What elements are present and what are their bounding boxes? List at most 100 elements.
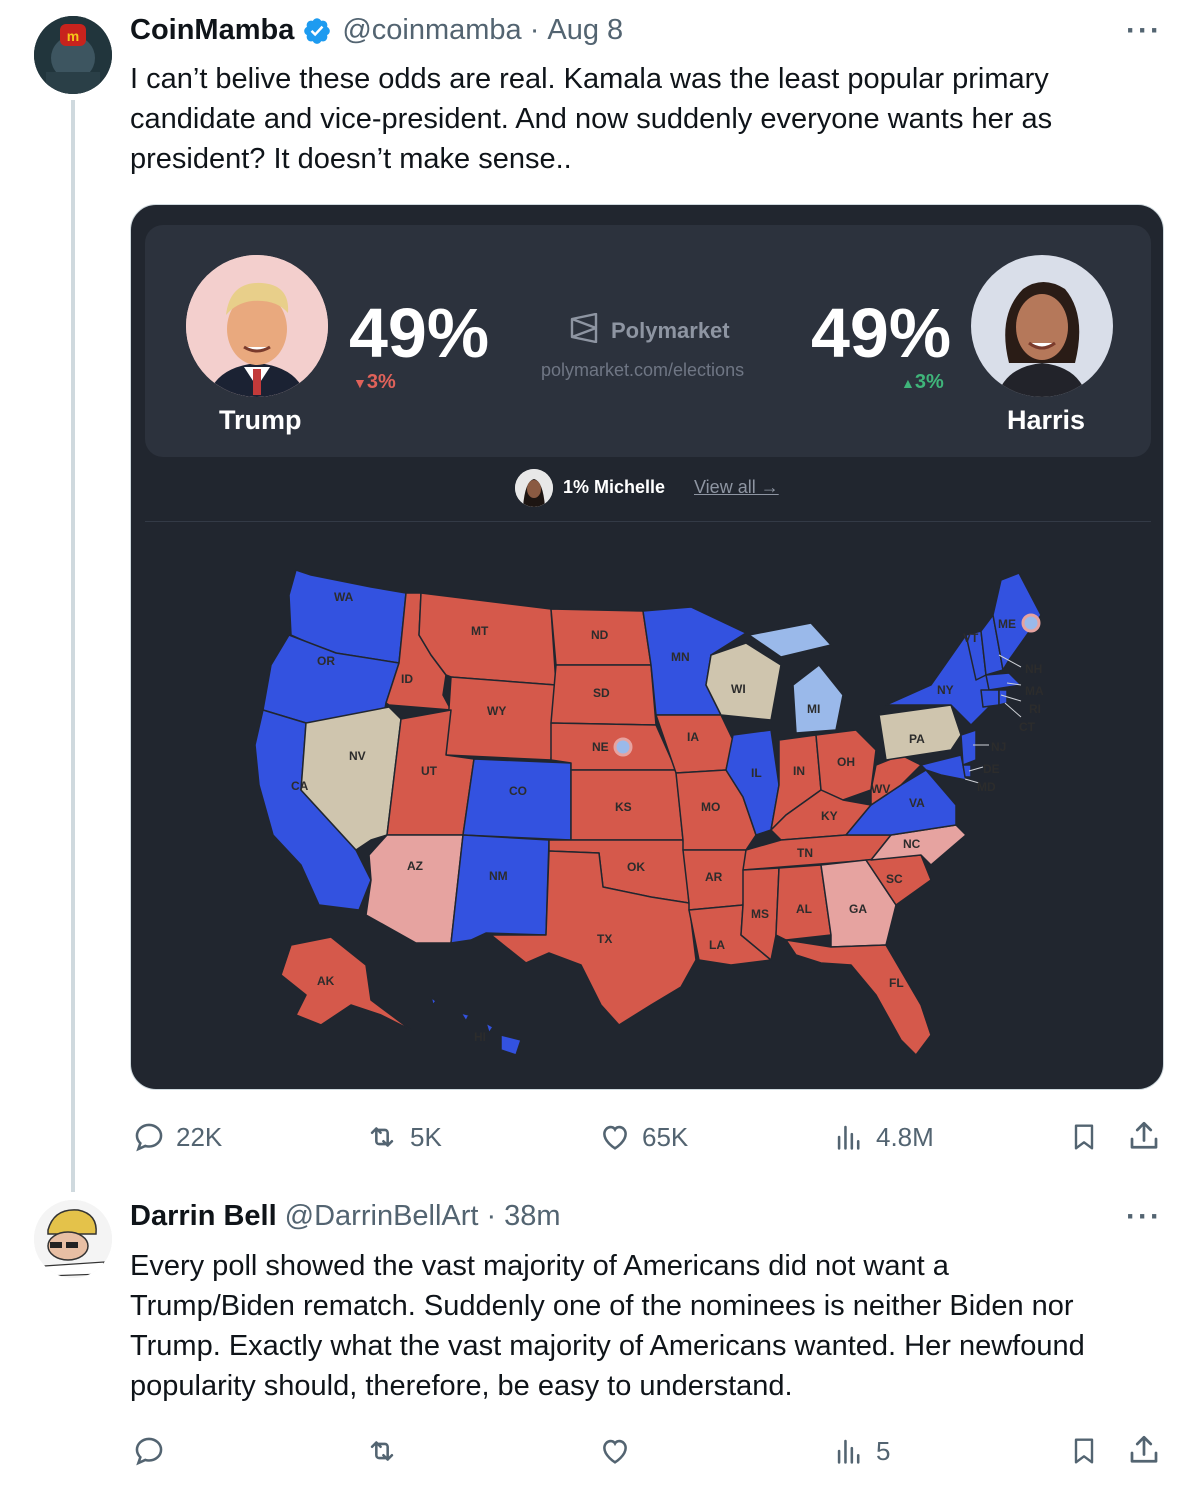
trump-portrait (186, 255, 328, 397)
like-button[interactable]: 65K (598, 1120, 688, 1154)
label-ky: KY (821, 809, 838, 823)
thread-connector-line (71, 100, 75, 1192)
trump-percent: 49% (349, 294, 490, 372)
ne-split-marker (613, 737, 633, 757)
label-nc: NC (903, 837, 921, 851)
trump-delta: ▼3% (353, 371, 396, 394)
up-arrow-icon: ▲ (901, 375, 915, 391)
author-handle[interactable]: @DarrinBellArt (285, 1200, 479, 1233)
label-ri: RI (1029, 702, 1041, 716)
bookmark-button[interactable] (1068, 1434, 1100, 1468)
label-wa: WA (334, 590, 354, 604)
trump-name: Trump (219, 405, 302, 435)
author-name[interactable]: CoinMamba (130, 14, 294, 47)
label-de: DE (983, 762, 1000, 776)
reply-button[interactable]: 22K (132, 1120, 222, 1154)
polymarket-name: Polymarket (611, 317, 730, 343)
separator-dot: · (529, 14, 540, 46)
polymarket-logo: Polymarket (569, 312, 730, 348)
avatar[interactable] (34, 1200, 112, 1278)
view-all-link[interactable]: View all → (694, 477, 779, 498)
views-chart-icon (837, 1439, 860, 1464)
electoral-map: WA OR CA ID NV MT WY UT AZ CO NM ND SD N… (254, 569, 1044, 1056)
label-ak: AK (317, 974, 335, 988)
repost-icon (370, 1441, 394, 1461)
heart-icon (603, 1439, 627, 1464)
repost-count: 5K (410, 1121, 442, 1152)
author-handle[interactable]: @coinmamba (342, 14, 521, 47)
label-la: LA (709, 938, 725, 952)
reply-button[interactable] (132, 1434, 166, 1468)
label-mo: MO (701, 800, 720, 814)
repost-button[interactable] (364, 1434, 400, 1468)
bookmark-button[interactable] (1068, 1120, 1100, 1154)
label-mi: MI (807, 702, 820, 716)
harris-delta: ▲3% (901, 371, 944, 394)
label-nv: NV (349, 749, 366, 763)
harris-percent: 49% (811, 294, 952, 372)
author-name[interactable]: Darrin Bell (130, 1200, 277, 1233)
state-wy (445, 676, 557, 761)
tweet-text-line: candidate and vice-president. And now su… (130, 103, 1053, 135)
tweet-time[interactable]: Aug 8 (547, 14, 623, 47)
polymarket-icon (569, 312, 601, 348)
state-fl (785, 939, 932, 1056)
views-button[interactable]: 5 (832, 1434, 890, 1468)
views-count: 4.8M (876, 1121, 934, 1152)
share-icon (1130, 1435, 1158, 1463)
label-nj: NJ (991, 740, 1006, 754)
label-mn: MN (671, 650, 690, 664)
state-nj (960, 729, 977, 766)
share-icon (1130, 1121, 1158, 1149)
michelle-odds: 1% Michelle (563, 477, 666, 497)
avatar[interactable]: m (34, 16, 112, 94)
label-ut: UT (421, 764, 438, 778)
avatar-image (34, 1200, 112, 1278)
tweet-text-line: Trump. Exactly what the vast majority of… (130, 1330, 1085, 1362)
tweet-text-line: Every poll showed the vast majority of A… (130, 1250, 949, 1282)
trump-delta-value: 3% (366, 371, 396, 393)
label-co: CO (509, 784, 527, 798)
label-nh: NH (1025, 662, 1042, 676)
share-button[interactable] (1126, 1118, 1162, 1154)
label-in: IN (793, 764, 805, 778)
bookmark-icon (1074, 1438, 1094, 1464)
reply-icon (135, 1123, 163, 1152)
state-ne (550, 722, 677, 771)
repost-icon (370, 1127, 394, 1147)
label-pa: PA (909, 732, 925, 746)
michelle-avatar (515, 469, 553, 507)
avatar-image: m (34, 16, 112, 94)
label-az: AZ (407, 859, 423, 873)
repost-button[interactable]: 5K (364, 1120, 442, 1154)
more-options-button[interactable]: ··· (1126, 1200, 1162, 1234)
label-nd: ND (591, 628, 609, 642)
tweet-time[interactable]: 38m (504, 1200, 560, 1233)
label-ia: IA (687, 730, 699, 744)
state-az (365, 834, 464, 944)
label-nm: NM (489, 869, 508, 883)
label-id: ID (401, 672, 413, 686)
tweet-text-line: president? It doesn’t make sense.. (130, 143, 572, 175)
label-ms: MS (751, 907, 769, 921)
label-ca: CA (291, 779, 309, 793)
verified-badge-icon (302, 16, 332, 46)
more-options-button[interactable]: ··· (1126, 14, 1162, 48)
bookmark-icon (1074, 1124, 1094, 1150)
reply-count: 22K (176, 1121, 223, 1152)
label-ok: OK (627, 860, 645, 874)
state-nm (450, 834, 550, 944)
me-split-marker (1021, 613, 1041, 633)
label-tx: TX (597, 932, 612, 946)
label-hi: HI (474, 1030, 486, 1044)
harris-delta-value: 3% (914, 371, 944, 393)
state-ak (280, 936, 412, 1031)
label-tn: TN (797, 846, 813, 860)
label-sc: SC (886, 872, 903, 886)
share-button[interactable] (1126, 1432, 1162, 1468)
views-button[interactable]: 4.8M (832, 1120, 934, 1154)
like-button[interactable] (598, 1434, 632, 1468)
attached-image[interactable]: 49% ▼3% Trump Polymarket polymarket.com/… (130, 204, 1164, 1090)
label-ga: GA (849, 902, 867, 916)
label-vt: VT (963, 631, 979, 645)
